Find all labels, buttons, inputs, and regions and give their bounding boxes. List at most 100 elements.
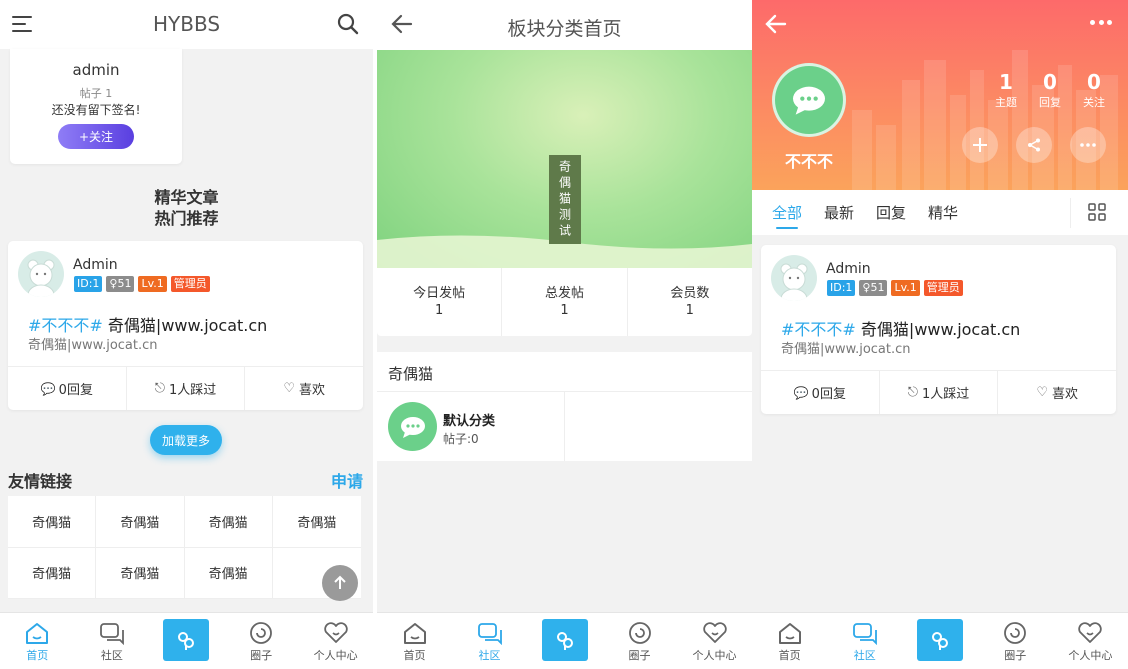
add-button[interactable] — [962, 127, 998, 163]
friend-links-grid: 奇偶猫 奇偶猫 奇偶猫 奇偶猫 奇偶猫 奇偶猫 奇偶猫 — [8, 496, 361, 599]
footprint-icon: ⎋ — [907, 385, 919, 400]
friend-link[interactable]: 奇偶猫 — [8, 547, 97, 599]
friend-link[interactable]: 奇偶猫 — [184, 496, 273, 548]
admin-username: admin — [72, 61, 120, 79]
post-tag[interactable]: #不不不# — [28, 316, 103, 335]
publish-button[interactable] — [541, 619, 588, 661]
plus-icon — [973, 138, 987, 152]
heart-icon: ♡ — [283, 381, 295, 396]
banner-label: 奇偶猫测试 — [549, 155, 581, 244]
bear-avatar[interactable] — [18, 251, 64, 297]
search-icon[interactable] — [337, 13, 359, 35]
post-count: 帖子 1 — [79, 87, 113, 100]
like-action[interactable]: ♡ 喜欢 — [998, 371, 1116, 414]
stat-replies: 0 回复 — [1039, 70, 1061, 109]
post-actions: 💬 0回复 ⎋ 1人踩过 ♡ 喜欢 — [8, 366, 363, 410]
tab-circle[interactable]: 圈子 — [978, 613, 1053, 669]
trod-action[interactable]: ⎋ 1人踩过 — [127, 367, 246, 410]
friend-link[interactable]: 奇偶猫 — [96, 496, 185, 548]
apply-link[interactable]: 申请 — [331, 468, 363, 492]
tab-circle[interactable]: 圈子 — [224, 613, 299, 669]
post-author[interactable]: Admin — [73, 257, 118, 273]
stat-today: 今日发帖 1 — [377, 268, 503, 336]
stat-members: 会员数 1 — [670, 286, 710, 318]
house-icon — [26, 623, 49, 644]
level-badge: Lv.1 — [891, 280, 920, 296]
refresh-circle-icon — [1004, 622, 1027, 644]
tab-community[interactable]: 社区 — [452, 613, 527, 669]
user-badges: ID:1 ♀51 Lv.1 管理员 — [74, 276, 214, 292]
user-badges: ID:1 ♀51 Lv.1 管理员 — [827, 280, 967, 296]
tab-home[interactable]: 首页 — [0, 613, 75, 669]
trod-action[interactable]: ⎋ 1人踩过 — [880, 371, 999, 414]
flower-icon — [556, 632, 573, 650]
tab-profile[interactable]: 个人中心 — [677, 613, 752, 669]
page-title: 板块分类首页 — [507, 18, 622, 40]
back-to-top-button[interactable] — [322, 565, 358, 601]
chat-bubbles-icon — [99, 623, 124, 645]
tab-publish[interactable] — [902, 613, 977, 669]
more-button[interactable] — [1070, 127, 1106, 163]
bear-avatar[interactable] — [771, 255, 817, 301]
id-badge: ID:1 — [74, 276, 103, 292]
heart-face-icon — [702, 622, 727, 643]
top-bar: HYBBS — [0, 0, 373, 49]
post-title-text: 奇偶猫|www.jocat.cn — [860, 320, 1021, 339]
gender-badge: ♀51 — [859, 280, 888, 296]
category-name: 默认分类 — [443, 414, 496, 429]
follow-button[interactable]: +关注 — [58, 124, 134, 149]
chat-bubbles-icon — [852, 623, 877, 645]
friend-link[interactable]: 奇偶猫 — [96, 547, 185, 599]
flower-icon — [932, 632, 948, 650]
load-more-button[interactable]: 加载更多 — [150, 425, 222, 455]
section-title: 奇偶猫 — [388, 365, 434, 383]
post-card[interactable]: Admin ID:1 ♀51 Lv.1 管理员 #不不不# 奇偶猫|www.jo… — [761, 245, 1116, 414]
tab-community[interactable]: 社区 — [75, 613, 150, 669]
post-title[interactable]: #不不不# 奇偶猫|www.jocat.cn — [28, 312, 267, 336]
publish-button[interactable] — [917, 619, 963, 661]
tab-circle[interactable]: 圈子 — [602, 613, 677, 669]
tab-publish[interactable] — [149, 613, 224, 669]
tab-all[interactable]: 全部 — [772, 202, 802, 229]
house-icon — [778, 623, 801, 644]
post-author[interactable]: Admin — [826, 261, 871, 277]
category-item[interactable]: 默认分类 帖子:0 — [377, 392, 565, 461]
friend-link[interactable]: 奇偶猫 — [184, 547, 273, 599]
board-banner: 奇偶猫测试 — [377, 50, 752, 268]
stat-topics: 1 主题 — [995, 70, 1017, 109]
post-title[interactable]: #不不不# 奇偶猫|www.jocat.cn — [781, 316, 1020, 340]
grid-view-icon[interactable] — [1088, 203, 1106, 221]
tab-latest[interactable]: 最新 — [824, 202, 854, 223]
reply-action[interactable]: 💬 0回复 — [761, 371, 880, 414]
tab-replies[interactable]: 回复 — [876, 202, 906, 223]
profile-card: admin 帖子 1 还没有留下签名! +关注 — [10, 49, 182, 164]
user-avatar[interactable] — [772, 63, 846, 137]
more-dots-icon[interactable] — [1090, 15, 1112, 29]
tab-publish[interactable] — [527, 613, 602, 669]
friend-link[interactable]: 奇偶猫 — [272, 496, 361, 548]
tab-profile[interactable]: 个人中心 — [298, 613, 373, 669]
comment-icon: 💬 — [793, 385, 809, 400]
top-bar: 板块分类首页 — [377, 0, 752, 50]
tab-home[interactable]: 首页 — [752, 613, 827, 669]
id-badge: ID:1 — [827, 280, 856, 296]
friend-link[interactable]: 奇偶猫 — [8, 496, 97, 548]
board-category-screen: 板块分类首页 奇偶猫测试 今日发帖 1 总发帖 1 会员数 1 奇偶猫 默认分类 帖子… — [377, 0, 752, 669]
post-tag[interactable]: #不不不# — [781, 320, 856, 339]
profile-header: 不不不 1 主题 0 回复 0 关注 — [752, 0, 1128, 190]
publish-button[interactable] — [163, 619, 210, 661]
refresh-circle-icon — [250, 622, 272, 644]
post-card[interactable]: Admin ID:1 ♀51 Lv.1 管理员 #不不不# 奇偶猫|www.jo… — [8, 241, 363, 410]
tab-profile[interactable]: 个人中心 — [1053, 613, 1128, 669]
tab-community[interactable]: 社区 — [827, 613, 902, 669]
reply-action[interactable]: 💬 0回复 — [8, 367, 127, 410]
bottom-tab-bar: 首页 社区 圈子 个人中心 — [752, 612, 1128, 669]
share-button[interactable] — [1016, 127, 1052, 163]
tab-featured[interactable]: 精华 — [928, 202, 958, 223]
user-profile-screen: 不不不 1 主题 0 回复 0 关注 全部 最新 回复 精华 Admin ID:… — [752, 0, 1128, 669]
level-badge: Lv.1 — [138, 276, 167, 292]
like-action[interactable]: ♡ 喜欢 — [245, 367, 363, 410]
back-arrow-icon[interactable] — [765, 14, 787, 34]
tab-home[interactable]: 首页 — [377, 613, 452, 669]
bottom-tab-bar: 首页 社区 圈子 个人中心 — [377, 612, 752, 669]
